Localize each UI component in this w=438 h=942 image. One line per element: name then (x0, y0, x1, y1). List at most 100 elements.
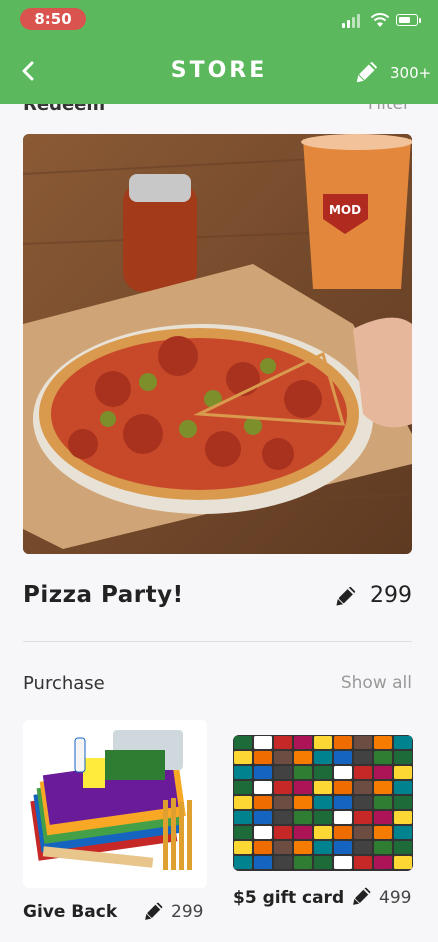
show-all-link[interactable]: Show all (341, 673, 412, 693)
gift-card-tile (294, 736, 312, 749)
cup-logo-text: MOD (329, 203, 361, 217)
gift-card-tile (234, 766, 252, 779)
gift-card-tile (354, 826, 372, 839)
gift-card-tile (254, 841, 272, 854)
pencil-icon[interactable] (352, 59, 380, 87)
gift-card-tile (274, 751, 292, 764)
battery-icon (396, 14, 421, 26)
gift-card-tile (294, 751, 312, 764)
gift-card-tile (314, 826, 332, 839)
gift-card-tile (314, 811, 332, 824)
gift-card-tile (334, 781, 352, 794)
partial-row-right[interactable]: Filter (368, 104, 410, 114)
gift-card-tile (334, 841, 352, 854)
gift-card-tile (314, 766, 332, 779)
gift-card-tile (274, 766, 292, 779)
give-back-image (23, 720, 207, 888)
gift-card-tile (334, 826, 352, 839)
gift-card-tile (334, 736, 352, 749)
status-time: 8:50 (20, 8, 86, 30)
gift-card-tile (394, 736, 412, 749)
gift-card-tile (274, 781, 292, 794)
gift-card-tile (294, 766, 312, 779)
gift-card-tile (334, 796, 352, 809)
gift-card-tile (254, 796, 272, 809)
gift-card-tile (254, 751, 272, 764)
system-icons (330, 12, 421, 30)
points-count[interactable]: 300+ (390, 64, 431, 82)
app-header: 8:50 STORE 300+ (0, 0, 438, 104)
gift-card-tile (394, 841, 412, 854)
gift-card-tile (254, 736, 272, 749)
gift-card-tile (354, 736, 372, 749)
gift-card-tile (334, 751, 352, 764)
gift-card-tile (274, 796, 292, 809)
item-name: $5 gift card (233, 888, 345, 908)
featured-reward-image[interactable]: MOD (23, 134, 412, 554)
gift-card-tile (294, 796, 312, 809)
gift-card-tile (254, 811, 272, 824)
nav-bar: STORE 300+ (0, 44, 438, 104)
gift-card-tile (274, 811, 292, 824)
gift-card-tile (354, 811, 372, 824)
gift-card-tile (274, 856, 292, 869)
gift-card-tile (374, 826, 392, 839)
gift-card-tile (394, 856, 412, 869)
gift-card-tile (314, 796, 332, 809)
gift-card-tile (314, 856, 332, 869)
item-cost: 299 (171, 902, 204, 922)
purchase-item-give-back[interactable]: Give Back 299 (23, 720, 207, 930)
purchase-item-gift-card[interactable]: $5 gift card 499 (233, 735, 413, 935)
reward-title: Pizza Party! (23, 582, 184, 608)
gift-card-tile (374, 736, 392, 749)
gift-card-tile (374, 841, 392, 854)
item-cost: 499 (379, 888, 412, 908)
gift-card-tile (354, 766, 372, 779)
gift-card-tile (354, 781, 372, 794)
gift-card-tile (294, 841, 312, 854)
gift-card-tile (334, 766, 352, 779)
gift-card-tile (334, 856, 352, 869)
signal-icon (342, 14, 364, 28)
gift-card-tile (254, 781, 272, 794)
gift-card-tile (274, 841, 292, 854)
gift-card-image (233, 735, 413, 871)
section-title: Purchase (23, 673, 105, 694)
gift-card-tile (234, 736, 252, 749)
purchase-section-header: Purchase Show all (23, 673, 412, 697)
gift-card-tile (394, 751, 412, 764)
status-bar: 8:50 (0, 0, 438, 40)
gift-card-tile (294, 811, 312, 824)
pizza-image: MOD (23, 134, 412, 554)
gift-card-tile (314, 736, 332, 749)
reward-cost: 299 (370, 583, 412, 608)
gift-card-tile (234, 796, 252, 809)
item-name: Give Back (23, 902, 118, 922)
gift-card-tile (234, 856, 252, 869)
gift-card-tile (234, 811, 252, 824)
gift-card-tile (394, 811, 412, 824)
pencil-icon (145, 902, 163, 920)
gift-card-tile (274, 736, 292, 749)
gift-card-tile (374, 781, 392, 794)
gift-card-tile (374, 751, 392, 764)
featured-reward[interactable]: Pizza Party! 299 (23, 582, 412, 614)
gift-card-tile (234, 826, 252, 839)
gift-card-tile (394, 781, 412, 794)
wifi-icon (370, 13, 390, 27)
gift-card-tile (374, 796, 392, 809)
gift-card-tile (354, 856, 372, 869)
partial-row-left: Redeem (23, 104, 106, 115)
pencil-icon (336, 586, 356, 606)
gift-card-tile (354, 796, 372, 809)
gift-card-tile (294, 826, 312, 839)
divider (23, 641, 412, 642)
gift-card-tile (234, 841, 252, 854)
gift-card-tile (234, 781, 252, 794)
gift-card-tile (294, 781, 312, 794)
gift-card-tile (374, 766, 392, 779)
gift-card-tile (234, 751, 252, 764)
gift-card-tile (294, 856, 312, 869)
partial-row: Redeem Filter (0, 104, 438, 118)
gift-card-tile (314, 841, 332, 854)
